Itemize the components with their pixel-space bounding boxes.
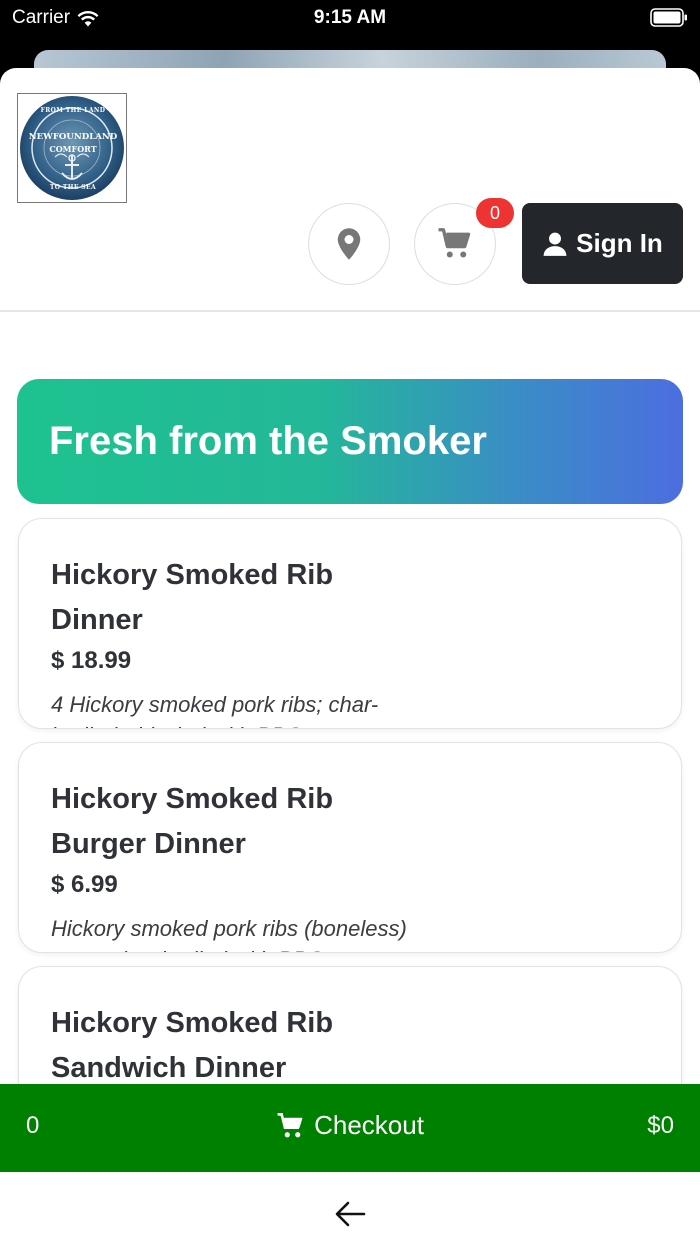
- menu-item-card[interactable]: Hickory Smoked Rib Dinner $ 18.99 4 Hick…: [18, 518, 682, 729]
- menu-sheet: FROM THE LAND NEWFOUNDLAND COMFORT TO TH…: [0, 68, 700, 1244]
- category-title: Fresh from the Smoker: [49, 419, 487, 463]
- shopping-cart-icon: [277, 1112, 303, 1137]
- category-header: Fresh from the Smoker: [17, 379, 683, 504]
- location-pin-icon: [337, 228, 361, 260]
- menu-item-name: Hickory Smoked Rib Burger Dinner: [51, 783, 334, 860]
- cart-count-badge: 0: [476, 198, 514, 228]
- sign-in-label: Sign In: [576, 228, 663, 258]
- checkout-label: Checkout: [314, 1110, 424, 1140]
- location-button[interactable]: [308, 203, 390, 285]
- back-arrow-icon[interactable]: [334, 1200, 366, 1228]
- shopping-cart-icon: [438, 228, 471, 258]
- menu-item-description: Hickory smoked pork ribs (boneless) patt…: [51, 916, 407, 952]
- menu-item-card[interactable]: Hickory Smoked Rib Burger Dinner $ 6.99 …: [18, 742, 682, 953]
- battery-icon: [650, 8, 687, 27]
- checkout-button[interactable]: Checkout: [0, 1110, 700, 1141]
- restaurant-logo[interactable]: FROM THE LAND NEWFOUNDLAND COMFORT TO TH…: [17, 93, 127, 203]
- sign-in-button[interactable]: Sign In: [522, 203, 683, 284]
- menu-item-price: $ 18.99: [51, 647, 132, 674]
- clock: 9:15 AM: [313, 7, 387, 28]
- user-icon: [543, 232, 567, 256]
- menu-item-name: Hickory Smoked Rib Sandwich Dinner: [51, 1007, 334, 1084]
- logo-emblem: [20, 96, 124, 200]
- menu-item-description: 4 Hickory smoked pork ribs; char-broiled…: [51, 692, 379, 728]
- menu-item-price: $ 6.99: [51, 871, 118, 898]
- menu-item-name: Hickory Smoked Rib Dinner: [51, 559, 334, 636]
- header-divider: [0, 310, 700, 312]
- checkout-total: $0: [647, 1112, 674, 1139]
- bottom-navigation: [0, 1172, 700, 1244]
- checkout-bar[interactable]: 0 Checkout $0: [0, 1084, 700, 1172]
- status-bar: Carrier 9:15 AM: [0, 0, 700, 36]
